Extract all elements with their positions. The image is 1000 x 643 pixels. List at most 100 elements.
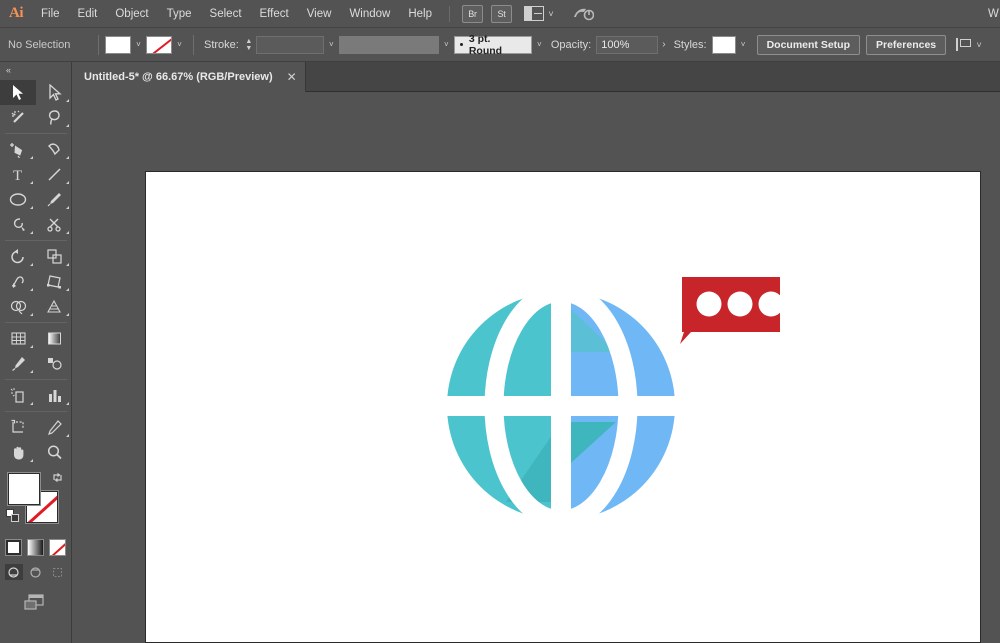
- color-mode-none[interactable]: [49, 539, 66, 556]
- perspective-grid-tool[interactable]: [36, 294, 72, 319]
- opacity-more-icon[interactable]: ›: [662, 39, 665, 50]
- lasso-tool[interactable]: [36, 105, 72, 130]
- bridge-icon[interactable]: Br: [462, 4, 483, 23]
- menu-type[interactable]: Type: [158, 0, 201, 28]
- symbol-sprayer-tool[interactable]: [0, 383, 36, 408]
- hand-tool[interactable]: [0, 440, 36, 465]
- tool-group-indicator: [30, 231, 33, 234]
- stroke-profile-select[interactable]: [338, 35, 439, 54]
- menu-object[interactable]: Object: [106, 0, 157, 28]
- fill-chevron-down-icon[interactable]: ˅: [131, 36, 146, 54]
- default-fill-stroke-icon[interactable]: [6, 509, 20, 523]
- brush-definition-value: 3 pt. Round: [468, 32, 503, 57]
- screen-mode-button[interactable]: [0, 592, 71, 612]
- menu-edit[interactable]: Edit: [69, 0, 107, 28]
- fill-color-swatch[interactable]: [105, 35, 131, 54]
- canvas-area[interactable]: [72, 92, 1000, 643]
- brush-definition-select[interactable]: 3 pt. Round: [453, 32, 532, 57]
- fill-swatch[interactable]: [8, 473, 40, 505]
- draw-behind-mode[interactable]: [27, 564, 45, 580]
- stroke-weight-chevron-down-icon[interactable]: ˅: [324, 36, 339, 54]
- direct-selection-tool[interactable]: [36, 80, 72, 105]
- align-icon[interactable]: [956, 37, 972, 52]
- slice-tool[interactable]: [36, 415, 72, 440]
- shaper-tool[interactable]: [0, 212, 36, 237]
- fill-stroke-control: [0, 471, 72, 533]
- stroke-color-swatch[interactable]: [146, 35, 172, 54]
- line-segment-tool[interactable]: [36, 162, 72, 187]
- menu-divider: [449, 5, 450, 22]
- mesh-tool[interactable]: [0, 326, 36, 351]
- type-tool[interactable]: T: [0, 162, 36, 187]
- tool-group-indicator: [66, 156, 69, 159]
- eyedropper-tool[interactable]: [0, 351, 36, 376]
- column-graph-tool[interactable]: [36, 383, 72, 408]
- bubble-dot: [758, 291, 784, 317]
- scissors-tool[interactable]: [36, 212, 72, 237]
- creative-cloud-icon[interactable]: [570, 4, 596, 24]
- tool-group-indicator: [30, 263, 33, 266]
- close-icon[interactable]: ✕: [287, 71, 297, 83]
- draw-normal-mode[interactable]: [4, 564, 23, 580]
- svg-text:T: T: [13, 168, 22, 183]
- blend-tool[interactable]: [36, 351, 72, 376]
- swap-fill-stroke-icon[interactable]: [50, 471, 64, 485]
- opacity-label: Opacity:: [550, 38, 592, 51]
- paintbrush-tool[interactable]: [36, 187, 72, 212]
- align-chevron-down-icon[interactable]: ˅: [972, 40, 986, 50]
- bubble-dot: [727, 291, 753, 317]
- selection-status: No Selection: [8, 38, 71, 51]
- tool-divider: [0, 237, 72, 244]
- tool-group-indicator: [66, 206, 69, 209]
- tool-group-indicator: [66, 434, 69, 437]
- menu-effect[interactable]: Effect: [251, 0, 298, 28]
- scale-tool[interactable]: [36, 244, 72, 269]
- collapse-panel-icon[interactable]: «: [0, 62, 71, 78]
- arrange-documents-icon[interactable]: [524, 6, 544, 21]
- arrange-chevron-down-icon[interactable]: ˅: [544, 9, 558, 19]
- menu-bar: Ai File Edit Object Type Select Effect V…: [0, 0, 1000, 28]
- menu-file[interactable]: File: [32, 0, 69, 28]
- artboard[interactable]: [145, 171, 981, 643]
- pen-tool[interactable]: [0, 137, 36, 162]
- menu-select[interactable]: Select: [201, 0, 251, 28]
- stock-icon[interactable]: St: [491, 4, 512, 23]
- stroke-weight-stepper[interactable]: ▲ ▼: [244, 36, 254, 54]
- shape-builder-tool[interactable]: [0, 294, 36, 319]
- gradient-tool[interactable]: [36, 326, 72, 351]
- document-tab[interactable]: Untitled-5* @ 66.67% (RGB/Preview) ✕: [72, 62, 306, 92]
- curvature-tool[interactable]: [36, 137, 72, 162]
- artwork-svg: [436, 277, 784, 532]
- menu-help[interactable]: Help: [399, 0, 441, 28]
- rotate-tool[interactable]: [0, 244, 36, 269]
- zoom-tool[interactable]: [36, 440, 72, 465]
- bubble-dot: [696, 291, 722, 317]
- document-tab-bar: Untitled-5* @ 66.67% (RGB/Preview) ✕: [0, 62, 1000, 92]
- tool-group-indicator: [30, 206, 33, 209]
- stroke-label: Stroke:: [204, 38, 239, 51]
- edge-window-label: W: [988, 8, 999, 20]
- tool-group-indicator: [66, 263, 69, 266]
- free-transform-tool[interactable]: [36, 269, 72, 294]
- magic-wand-tool[interactable]: [0, 105, 36, 130]
- ellipse-tool[interactable]: [0, 187, 36, 212]
- stroke-chevron-down-icon[interactable]: ˅: [172, 36, 187, 54]
- preferences-button[interactable]: Preferences: [866, 34, 947, 55]
- graphic-style-swatch[interactable]: [711, 35, 736, 54]
- menu-view[interactable]: View: [298, 0, 341, 28]
- draw-inside-mode[interactable]: [49, 564, 67, 580]
- color-mode-solid[interactable]: [5, 539, 22, 556]
- tool-group-indicator: [30, 370, 33, 373]
- selection-tool[interactable]: [0, 80, 36, 105]
- tool-group-indicator: [66, 288, 69, 291]
- artboard-tool[interactable]: [0, 415, 36, 440]
- opacity-input[interactable]: 100%: [596, 35, 659, 54]
- stroke-weight-input[interactable]: [255, 35, 324, 54]
- brush-chevron-down-icon[interactable]: ˅: [532, 36, 547, 54]
- brush-dot-icon: [459, 43, 463, 46]
- color-mode-gradient[interactable]: [27, 539, 44, 556]
- menu-window[interactable]: Window: [340, 0, 399, 28]
- width-tool[interactable]: [0, 269, 36, 294]
- document-setup-button[interactable]: Document Setup: [756, 34, 860, 55]
- styles-chevron-down-icon[interactable]: ˅: [736, 36, 751, 54]
